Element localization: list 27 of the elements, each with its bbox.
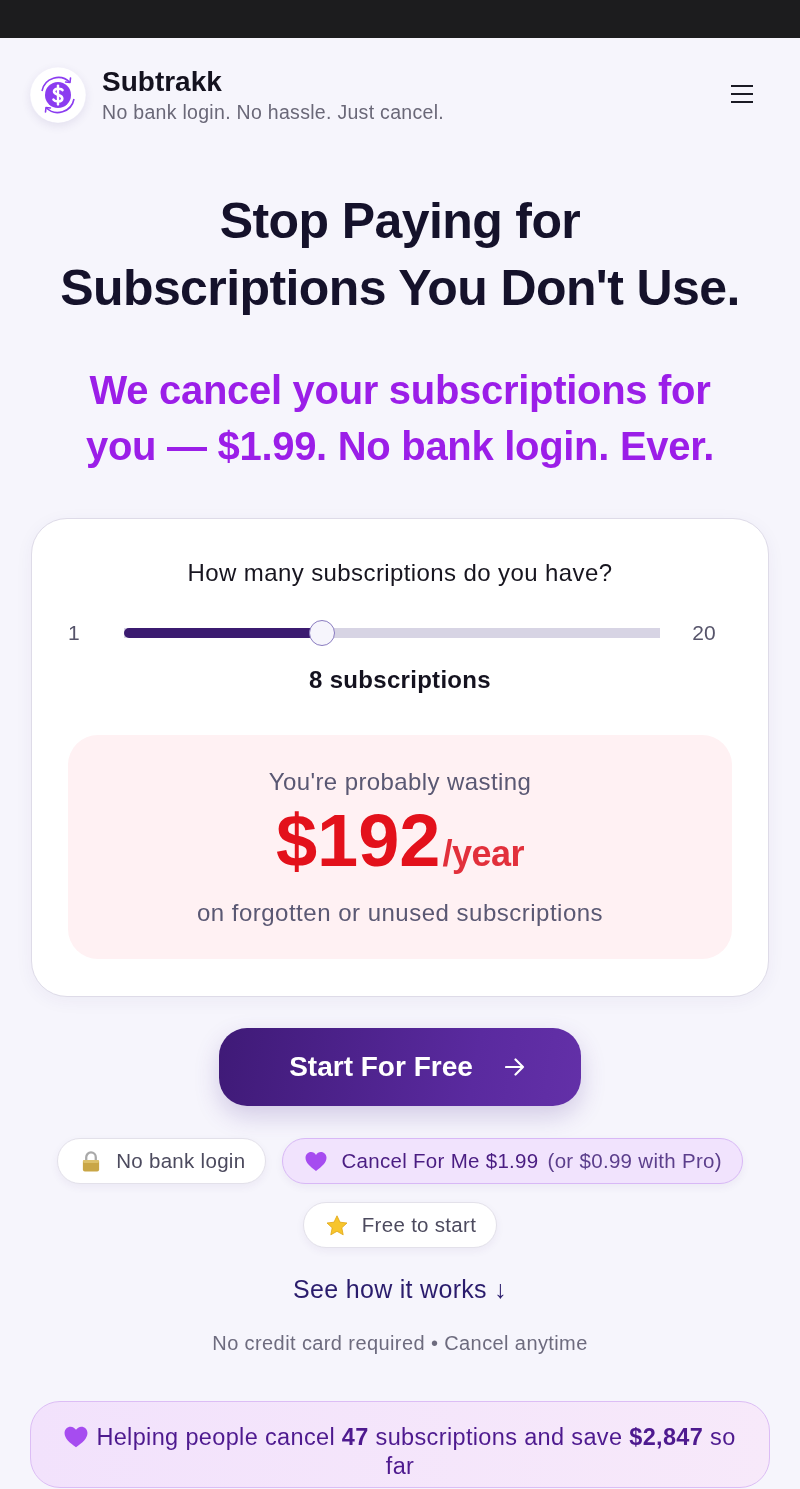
- slider-max-label: 20: [691, 620, 717, 646]
- hero-headline: Stop Paying for Subscriptions You Don't Use.: [59, 192, 741, 318]
- slider-thumb[interactable]: [309, 620, 336, 646]
- pill-label: No bank login: [116, 1149, 246, 1173]
- pill-note: (or $0.99 with Pro): [547, 1149, 722, 1173]
- stats-text: Helping people cancel 47 subscriptions and save $2,847 so far: [96, 1424, 736, 1479]
- subscription-count: 8 subscriptions: [308, 665, 492, 695]
- brand-tagline: No bank login. No hassle. Just cancel.: [102, 100, 445, 124]
- how-it-works-link[interactable]: See how it works ↓: [293, 1274, 507, 1304]
- star-icon: [325, 1214, 348, 1236]
- slider-question: How many subscriptions do you have?: [186, 558, 614, 588]
- dollar-logo-icon: [30, 67, 86, 123]
- pill-label: Cancel For Me $1.99: [341, 1149, 539, 1173]
- waste-amount: $192: [275, 801, 441, 881]
- start-for-free-button[interactable]: Start For Free: [219, 1028, 581, 1106]
- pill-label: Free to start: [361, 1213, 477, 1237]
- waste-period: /year: [442, 833, 525, 875]
- heart-icon: [305, 1150, 328, 1172]
- slider-min-label: 1: [68, 620, 81, 646]
- fine-print: No credit card required • Cancel anytime: [212, 1331, 588, 1355]
- arrow-right-icon: [504, 1058, 525, 1076]
- estimate-caption: on forgotten or unused subscriptions: [195, 898, 605, 928]
- hero-subheadline: We cancel your subscriptions for you — $1.99. No bank login. Ever.: [84, 367, 716, 470]
- estimate-intro: You're probably wasting: [267, 767, 533, 797]
- brand-name: Subtrakk: [102, 66, 223, 98]
- menu-icon[interactable]: [731, 85, 753, 103]
- heart-icon: [64, 1426, 89, 1448]
